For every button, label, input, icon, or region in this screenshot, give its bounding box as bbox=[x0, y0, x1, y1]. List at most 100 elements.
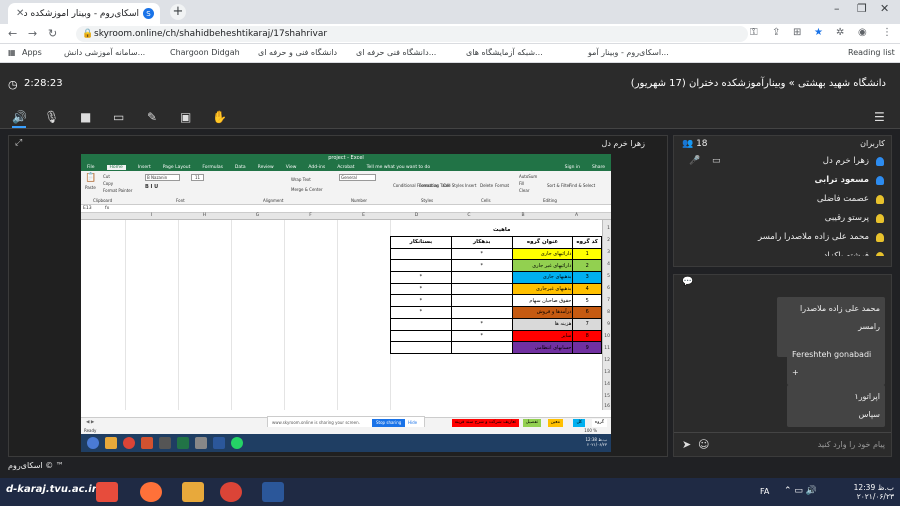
menu-page-layout[interactable]: Page Layout bbox=[163, 165, 191, 170]
speaker-icon[interactable]: 🔊 bbox=[12, 110, 27, 124]
raise-hand-icon[interactable]: ✋ bbox=[212, 110, 227, 124]
send-icon[interactable]: ➤ bbox=[682, 433, 691, 457]
key-icon[interactable]: ⚿ bbox=[750, 27, 758, 38]
media-player-icon[interactable] bbox=[96, 482, 118, 502]
bookmark-tvu[interactable]: دانشگاه فنی و حرفه ای bbox=[258, 48, 337, 57]
col-g[interactable]: G bbox=[231, 213, 284, 218]
name-box[interactable]: E13 bbox=[83, 206, 92, 211]
row-2[interactable]: 2 bbox=[607, 238, 610, 243]
menu-data[interactable]: Data bbox=[235, 165, 246, 170]
col-i[interactable]: I bbox=[125, 213, 178, 218]
menu-addins[interactable]: Add-ins bbox=[308, 165, 325, 170]
media-play-icon[interactable]: ▣ bbox=[180, 110, 191, 124]
col-a[interactable]: A bbox=[551, 213, 602, 218]
row-5[interactable]: 5 bbox=[607, 274, 610, 279]
reload-icon[interactable]: ↻ bbox=[48, 27, 57, 40]
find-select-button[interactable]: Find & Select bbox=[569, 183, 595, 188]
font-name-select[interactable]: B Nazanin bbox=[145, 174, 181, 181]
credit-cell[interactable]: * bbox=[390, 282, 452, 296]
new-tab-button[interactable]: + bbox=[170, 4, 186, 20]
camera-icon[interactable]: ■ bbox=[80, 110, 91, 124]
user-item[interactable]: عصمت فاضلی bbox=[674, 190, 891, 209]
group-code-cell[interactable]: 2 bbox=[572, 259, 602, 273]
browser-tab[interactable]: ✕ اسکای‌روم - وبینار آموزشکده دختران S bbox=[8, 3, 160, 24]
credit-cell[interactable]: * bbox=[390, 306, 452, 319]
merge-center-button[interactable]: Merge & Center bbox=[291, 187, 323, 192]
minimize-icon[interactable]: – bbox=[834, 2, 840, 15]
menu-formulas[interactable]: Formulas bbox=[202, 165, 223, 170]
group-title-cell[interactable]: حقوق صاحبان سهام bbox=[511, 294, 574, 308]
group-title-cell[interactable]: بدهیهای جاری bbox=[511, 271, 574, 284]
bookmark-apps[interactable]: Apps bbox=[22, 48, 42, 57]
whiteboard-pen-icon[interactable]: ✎ bbox=[147, 110, 157, 124]
chrome-taskbar-icon[interactable] bbox=[220, 482, 242, 502]
sort-filter-button[interactable]: Sort & Filter bbox=[547, 183, 571, 188]
bookmark-education-system[interactable]: سامانه آموزشی دانش... bbox=[64, 48, 145, 57]
group-code-cell[interactable]: 6 bbox=[572, 306, 602, 319]
menu-home[interactable]: Home bbox=[106, 164, 126, 170]
user-item[interactable]: مسعود ترابی bbox=[674, 171, 891, 190]
forward-icon[interactable]: → bbox=[28, 27, 37, 40]
group-title-cell[interactable]: دارائیهای غیر جاری bbox=[511, 259, 574, 273]
format-cells-button[interactable]: Format bbox=[495, 183, 509, 188]
group-title-cell[interactable]: سایر bbox=[511, 329, 574, 343]
user-item[interactable]: پرستو رقیبی bbox=[674, 209, 891, 228]
menu-acrobat[interactable]: Acrobat bbox=[337, 165, 354, 170]
format-painter-button[interactable]: Format Painter bbox=[103, 188, 132, 193]
group-code-cell[interactable]: 4 bbox=[572, 282, 602, 296]
col-c[interactable]: C bbox=[443, 213, 495, 218]
bookmark-tvu-2[interactable]: دانشگاه فنی حرفه ای... bbox=[356, 48, 436, 57]
paste-button[interactable]: Paste bbox=[85, 185, 96, 190]
profile-icon[interactable]: ◉ bbox=[858, 27, 867, 38]
debit-cell[interactable] bbox=[450, 341, 513, 354]
credit-cell[interactable] bbox=[390, 317, 452, 331]
row-12[interactable]: 12 bbox=[604, 358, 610, 363]
group-code-cell[interactable]: 1 bbox=[572, 247, 602, 261]
sheet-tab[interactable]: گروه bbox=[591, 419, 607, 427]
font-style-buttons[interactable]: B I U bbox=[145, 184, 158, 190]
mic-muted-icon[interactable]: 🎙 bbox=[44, 110, 59, 124]
system-clock[interactable]: 12:39 ب.ظ ۲۰۲۱/۰۶/۲۳ bbox=[854, 483, 894, 501]
row-9[interactable]: 9 bbox=[607, 322, 610, 327]
emoji-icon[interactable]: ☺ bbox=[698, 433, 709, 457]
formula-bar[interactable]: E13 fx bbox=[81, 205, 611, 213]
language-indicator[interactable]: FA bbox=[760, 487, 769, 496]
credit-cell[interactable] bbox=[390, 329, 452, 343]
fill-button[interactable]: Fill bbox=[519, 181, 524, 186]
col-h[interactable]: H bbox=[178, 213, 231, 218]
user-item[interactable]: فرشته پاکزاد bbox=[674, 247, 891, 256]
row-1[interactable]: 1 bbox=[607, 226, 610, 231]
menu-insert[interactable]: Insert bbox=[138, 165, 151, 170]
row-13[interactable]: 13 bbox=[604, 370, 610, 375]
user-item[interactable]: زهرا خرم دل 🎤 ▭ bbox=[674, 152, 891, 171]
chat-input[interactable]: ➤ ☺ پیام خود را وارد کنید bbox=[674, 432, 891, 456]
star-icon[interactable]: ★ bbox=[814, 27, 823, 38]
stop-sharing-button[interactable]: Stop sharing bbox=[372, 419, 406, 427]
reading-list-link[interactable]: Reading list bbox=[848, 48, 895, 57]
sign-in-link[interactable]: Sign in bbox=[565, 165, 580, 170]
credit-cell[interactable] bbox=[390, 247, 452, 261]
debit-cell[interactable] bbox=[450, 294, 513, 308]
url-input[interactable]: 🔒 skyroom.online/ch/shahidbeheshtikaraj/… bbox=[76, 26, 748, 42]
debit-cell[interactable]: * bbox=[450, 259, 513, 273]
debit-cell[interactable] bbox=[450, 282, 513, 296]
row-3[interactable]: 3 bbox=[607, 250, 610, 255]
sheet-tab[interactable]: تعاریف شرکت و شرح سند قرینه bbox=[451, 419, 519, 427]
tray-icons[interactable]: ⌃ ▭ 🔊 bbox=[784, 486, 817, 496]
group-title-cell[interactable]: هزینه ها bbox=[511, 317, 574, 331]
maximize-icon[interactable]: ❐ bbox=[857, 2, 867, 15]
share-icon[interactable]: ⇪ bbox=[772, 27, 780, 38]
close-window-icon[interactable]: ✕ bbox=[880, 2, 889, 15]
file-explorer-icon[interactable] bbox=[182, 482, 204, 502]
row-11[interactable]: 11 bbox=[604, 346, 610, 351]
share-button[interactable]: Share bbox=[592, 165, 605, 170]
number-format-select[interactable]: General bbox=[339, 174, 376, 181]
row-6[interactable]: 6 bbox=[607, 286, 610, 291]
insert-cells-button[interactable]: Insert bbox=[465, 183, 476, 188]
group-title-cell[interactable]: دارائیهای جاری bbox=[511, 247, 574, 261]
screen-share-icon[interactable]: ▭ bbox=[113, 110, 124, 124]
debit-cell[interactable]: * bbox=[450, 247, 513, 261]
group-title-cell[interactable]: بدهیهای غیرجاری bbox=[511, 282, 574, 296]
row-4[interactable]: 4 bbox=[607, 262, 610, 267]
row-15[interactable]: 15 bbox=[604, 394, 610, 399]
